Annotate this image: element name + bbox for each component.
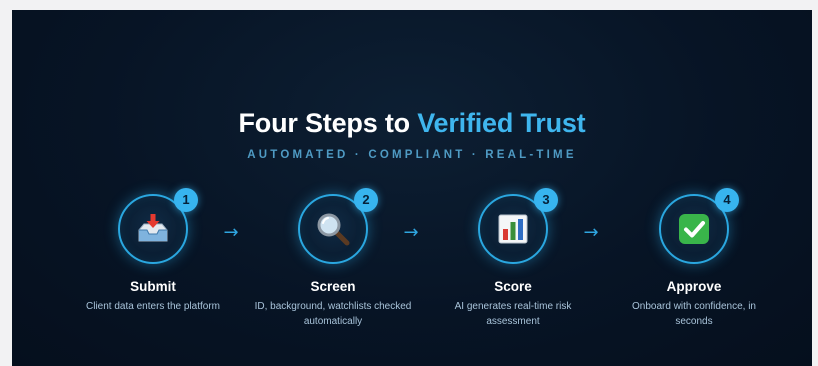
flow-arrow: → bbox=[583, 222, 599, 243]
step-submit: 1 Submit Client data enters the platform bbox=[73, 188, 233, 314]
step-circle: 3 bbox=[478, 188, 558, 264]
step-description: ID, background, watchlists checked autom… bbox=[254, 301, 412, 327]
step-circle: 2 bbox=[298, 188, 378, 264]
step-number-badge: 2 bbox=[354, 188, 378, 212]
diagram-canvas: Four Steps to Verified Trust AUTOMATED ·… bbox=[12, 10, 812, 366]
step-number-badge: 4 bbox=[715, 188, 739, 212]
title-main: Four Steps to bbox=[238, 108, 418, 138]
flow-arrow: → bbox=[223, 222, 239, 243]
step-description: AI generates real-time risk assessment bbox=[454, 301, 572, 327]
flow-arrow: → bbox=[403, 222, 419, 243]
step-title: Screen bbox=[310, 279, 356, 294]
step-approve: 4 Approve Onboard with confidence, in se… bbox=[614, 188, 774, 329]
step-number-badge: 3 bbox=[534, 188, 558, 212]
step-number-badge: 1 bbox=[174, 188, 198, 212]
step-score: 3 Score AI generates real-time risk asse… bbox=[433, 188, 593, 329]
page-title: Four Steps to Verified Trust bbox=[12, 108, 812, 139]
step-circle: 4 bbox=[659, 188, 739, 264]
inbox-tray-icon bbox=[138, 214, 168, 242]
step-screen: 2 Screen ID, background, watchlists chec… bbox=[253, 188, 413, 329]
step-title: Submit bbox=[130, 279, 176, 294]
magnifying-glass-icon bbox=[317, 213, 350, 246]
step-title: Approve bbox=[666, 279, 722, 294]
title-accent: Verified Trust bbox=[417, 108, 586, 138]
step-title: Score bbox=[494, 279, 532, 294]
page-subtitle: AUTOMATED · COMPLIANT · REAL-TIME bbox=[247, 149, 577, 161]
step-description: Onboard with confidence, in seconds bbox=[632, 301, 756, 327]
step-circle: 1 bbox=[118, 188, 198, 264]
check-mark-icon bbox=[679, 214, 709, 244]
bar-chart-icon bbox=[498, 214, 528, 244]
step-description: Client data enters the platform bbox=[86, 301, 220, 312]
